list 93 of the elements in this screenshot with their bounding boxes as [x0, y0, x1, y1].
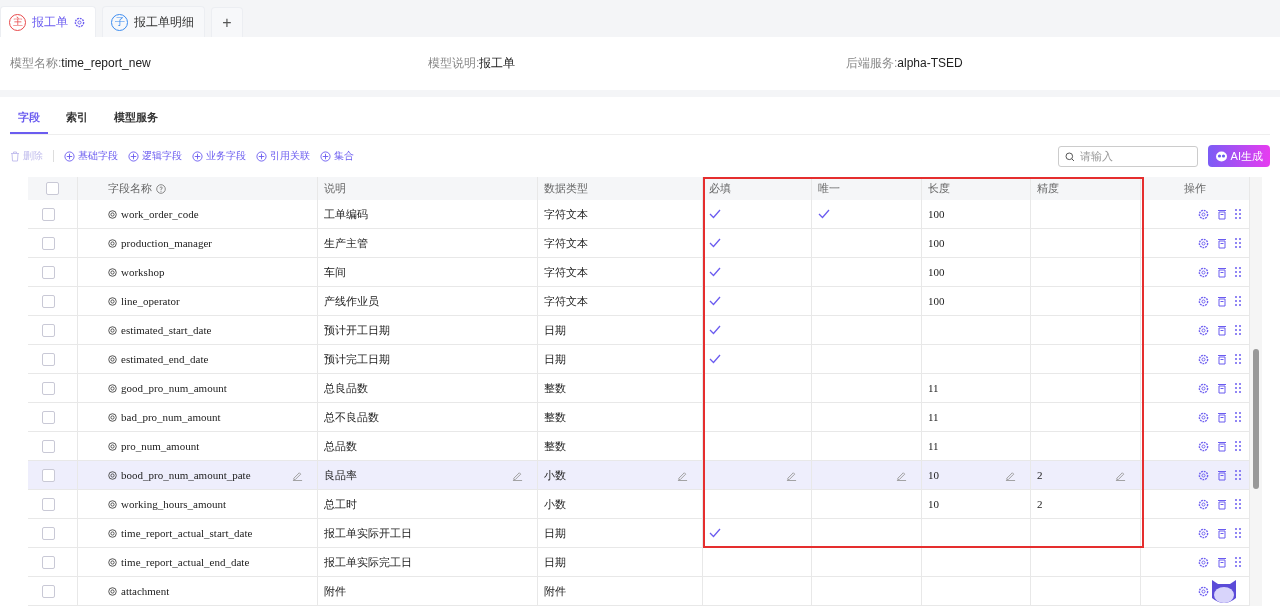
add-field-button[interactable]: 逻辑字段 — [128, 149, 182, 163]
data-type: 字符文本 — [544, 235, 588, 251]
data-type: 日期 — [544, 322, 566, 338]
column-header: 必填 — [709, 181, 731, 196]
data-type: 字符文本 — [544, 293, 588, 309]
field-description: 总品数 — [324, 438, 357, 454]
data-type: 日期 — [544, 351, 566, 367]
length-value: 10 — [928, 498, 939, 510]
model-tab[interactable]: 子 报工单明细 — [102, 6, 205, 37]
field-name: workshop — [121, 266, 165, 278]
add-tab-button[interactable]: + — [211, 7, 243, 37]
field-row[interactable]: estimated_start_date 预计开工日期 日期 — [28, 316, 1250, 345]
field-name: time_report_actual_start_date — [121, 527, 253, 539]
field-description: 附件 — [324, 583, 346, 599]
field-row[interactable]: pro_num_amount 总品数 整数 11 — [28, 432, 1250, 461]
precision-value: 2 — [1037, 469, 1043, 481]
length-value: 10 — [928, 469, 939, 481]
field-row[interactable]: line_operator 产线作业员 字符文本 100 — [28, 287, 1250, 316]
field-row[interactable]: time_report_actual_start_date 报工单实际开工日 日期 — [28, 519, 1250, 548]
field-name: estimated_start_date — [121, 324, 212, 336]
field-row[interactable]: workshop 车间 字符文本 100 — [28, 258, 1250, 287]
field-description: 报工单实际开工日 — [324, 525, 412, 541]
length-value: 11 — [928, 411, 939, 423]
column-header: 长度 — [928, 181, 950, 196]
column-header: 字段名称 — [108, 181, 152, 196]
data-type: 附件 — [544, 583, 566, 599]
length-value: 11 — [928, 382, 939, 394]
model-tab[interactable]: 主 报工单 — [0, 6, 96, 37]
add-field-button[interactable]: 集合 — [320, 149, 354, 163]
section-tab[interactable]: 字段 — [10, 110, 48, 134]
data-type: 字符文本 — [544, 264, 588, 280]
field-description: 总良品数 — [324, 380, 368, 396]
data-type: 整数 — [544, 409, 566, 425]
field-name: good_pro_num_amount — [121, 382, 227, 394]
section-tab[interactable]: 索引 — [58, 110, 96, 134]
tab-label: 报工单明细 — [134, 13, 194, 31]
field-name: bood_pro_num_amount_pate — [121, 469, 251, 481]
field-row[interactable]: production_manager 生产主管 字符文本 100 — [28, 229, 1250, 258]
column-header: 数据类型 — [544, 181, 588, 196]
field-row[interactable]: time_report_actual_end_date 报工单实际完工日 日期 — [28, 548, 1250, 577]
length-value: 100 — [928, 208, 945, 220]
length-value: 100 — [928, 266, 945, 278]
column-header: 操作 — [1184, 181, 1206, 196]
field-description: 良品率 — [324, 467, 357, 483]
field-name: estimated_end_date — [121, 353, 209, 365]
field-row[interactable]: work_order_code 工单编码 字符文本 100 — [28, 200, 1250, 229]
tab-label: 报工单 — [32, 13, 68, 31]
field-description: 总工时 — [324, 496, 357, 512]
field-name: pro_num_amount — [121, 440, 200, 452]
model-info: 后端服务:alpha-TSED — [846, 55, 964, 72]
field-description: 产线作业员 — [324, 293, 379, 309]
field-name: bad_pro_num_amount — [121, 411, 221, 423]
add-field-button[interactable]: 引用关联 — [256, 149, 310, 163]
field-name: working_hours_amount — [121, 498, 227, 510]
field-description: 预计完工日期 — [324, 351, 390, 367]
field-name: attachment — [121, 585, 170, 597]
length-value: 11 — [928, 440, 939, 452]
field-name: production_manager — [121, 237, 213, 249]
column-header: 唯一 — [818, 181, 840, 196]
data-type: 小数 — [544, 496, 566, 512]
model-info: 模型说明:报工单 — [428, 55, 517, 72]
data-type: 小数 — [544, 467, 566, 483]
data-type: 整数 — [544, 438, 566, 454]
data-type: 整数 — [544, 380, 566, 396]
search-field[interactable]: 请输入 — [1057, 145, 1198, 167]
data-type: 日期 — [544, 554, 566, 570]
field-description: 预计开工日期 — [324, 322, 390, 338]
add-field-button[interactable]: 基础字段 — [64, 149, 118, 163]
field-row[interactable]: good_pro_num_amount 总良品数 整数 11 — [28, 374, 1250, 403]
length-value: 100 — [928, 237, 945, 249]
precision-value: 2 — [1037, 498, 1043, 510]
field-description: 车间 — [324, 264, 346, 280]
field-row[interactable]: estimated_end_date 预计完工日期 日期 — [28, 345, 1250, 374]
length-value: 100 — [928, 295, 945, 307]
data-type: 日期 — [544, 525, 566, 541]
field-description: 总不良品数 — [324, 409, 379, 425]
field-row[interactable]: bad_pro_num_amount 总不良品数 整数 11 — [28, 403, 1250, 432]
field-description: 生产主管 — [324, 235, 368, 251]
data-type: 字符文本 — [544, 206, 588, 222]
field-name: line_operator — [121, 295, 180, 307]
add-field-button[interactable]: 业务字段 — [192, 149, 246, 163]
model-info: 模型名称:time_report_new — [10, 55, 152, 72]
field-description: 报工单实际完工日 — [324, 554, 412, 570]
field-name: time_report_actual_end_date — [121, 556, 250, 568]
field-name: work_order_code — [121, 208, 199, 220]
field-row[interactable]: attachment 附件 附件 — [28, 577, 1250, 606]
field-description: 工单编码 — [324, 206, 368, 222]
column-header: 说明 — [324, 181, 346, 196]
field-row[interactable]: bood_pro_num_amount_pate 良品率 小数 10 2 — [28, 461, 1250, 490]
section-tab[interactable]: 模型服务 — [106, 110, 166, 134]
field-row[interactable]: working_hours_amount 总工时 小数 10 2 — [28, 490, 1250, 519]
ai-generate-button[interactable]: AI生成 — [1207, 145, 1270, 167]
column-header: 精度 — [1037, 181, 1059, 196]
